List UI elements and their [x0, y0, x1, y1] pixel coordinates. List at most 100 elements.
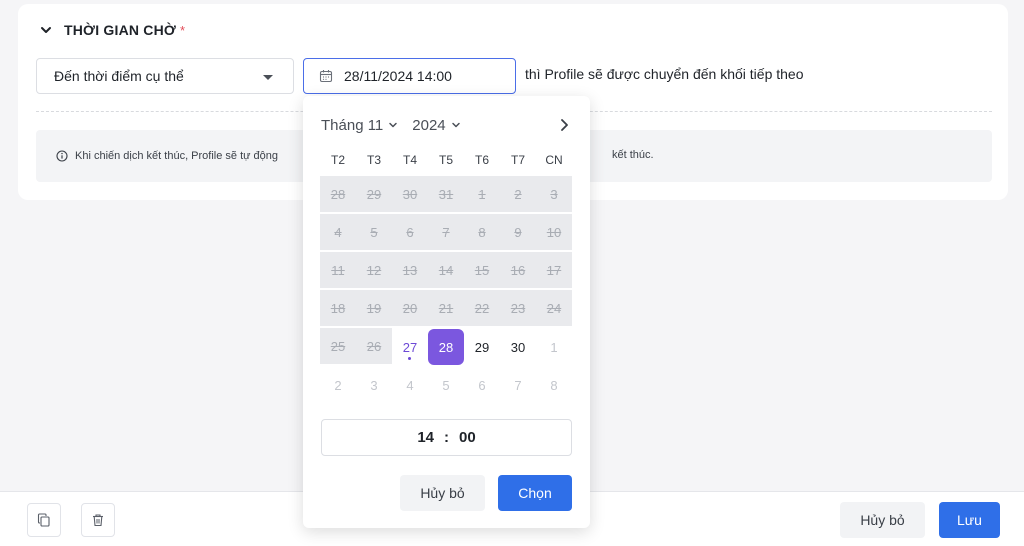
section-header[interactable]: THỜI GIAN CHỜ *	[40, 20, 185, 40]
weekday-label: T7	[510, 153, 525, 167]
day-number: 5	[442, 377, 450, 393]
day-cell: 8	[464, 214, 500, 252]
day-number: 27	[402, 339, 418, 355]
day-cell: 5	[356, 214, 392, 252]
year-label: 2024	[412, 116, 446, 134]
required-mark: *	[180, 22, 186, 38]
datetime-input[interactable]: 28/11/2024 14:00	[303, 58, 516, 94]
year-dropdown[interactable]: 2024	[412, 117, 460, 134]
day-number: 21	[438, 300, 454, 316]
day-cell: 28	[320, 176, 356, 214]
day-cell: 26	[356, 328, 392, 366]
weekday-label: CN	[545, 153, 563, 167]
day-cell: 18	[320, 290, 356, 328]
week-row: 25 26 27 28 29 30 1	[320, 328, 572, 366]
calendar-header: Tháng 11 2024	[321, 115, 572, 135]
day-cell: 20	[392, 290, 428, 328]
wait-type-select[interactable]: Đến thời điểm cụ thể	[36, 58, 294, 94]
day-cell[interactable]: 3	[356, 366, 392, 404]
week-row: 4 5 6 7 8 9 10	[320, 214, 572, 252]
day-number: 4	[334, 224, 342, 240]
day-number: 30	[510, 339, 526, 355]
day-number: 31	[438, 186, 454, 202]
day-number: 30	[402, 186, 418, 202]
day-cell-today[interactable]: 27	[392, 328, 428, 366]
footer-cancel-button[interactable]: Hủy bỏ	[840, 502, 925, 538]
day-cell[interactable]: 29	[464, 328, 500, 366]
week-row: 2 3 4 5 6 7 8	[320, 366, 572, 404]
day-number: 28	[330, 186, 346, 202]
section-title: THỜI GIAN CHỜ	[64, 22, 177, 38]
chevron-down-icon[interactable]	[40, 24, 52, 36]
choose-button[interactable]: Chọn	[498, 475, 572, 511]
day-cell: 1	[464, 176, 500, 214]
caret-down-icon	[263, 75, 273, 80]
day-cell[interactable]: 4	[392, 366, 428, 404]
weekday-header: T2 T3 T4 T5 T6 T7 CN	[320, 153, 572, 167]
day-cell: 6	[392, 214, 428, 252]
day-number: 7	[442, 224, 450, 240]
month-label: Tháng 11	[321, 116, 384, 134]
day-number: 26	[366, 338, 382, 354]
day-cell-selected[interactable]: 28	[428, 328, 464, 366]
day-cell: 15	[464, 252, 500, 290]
day-cell: 7	[428, 214, 464, 252]
day-number: 2	[334, 377, 342, 393]
day-cell: 17	[536, 252, 572, 290]
info-icon	[56, 150, 68, 162]
day-cell: 29	[356, 176, 392, 214]
day-cell: 19	[356, 290, 392, 328]
info-text-right: kết thúc.	[612, 149, 654, 161]
day-cell: 13	[392, 252, 428, 290]
weekday-label: T4	[402, 153, 417, 167]
month-dropdown[interactable]: Tháng 11	[321, 117, 398, 134]
inline-description: thì Profile sẽ được chuyển đến khối tiếp…	[525, 66, 804, 82]
hour-value[interactable]: 14	[417, 429, 434, 446]
weekday-label: T6	[474, 153, 489, 167]
weekday-label: T3	[366, 153, 381, 167]
day-cell: 10	[536, 214, 572, 252]
copy-button[interactable]	[27, 503, 61, 537]
minute-value[interactable]: 00	[459, 429, 476, 446]
weekday-label: T2	[330, 153, 345, 167]
date-picker-popup: Tháng 11 2024 T2 T3 T4 T5 T6 T7 CN 28 29 30 31 1 2 3…	[303, 96, 590, 528]
day-number: 3	[370, 377, 378, 393]
day-number: 7	[514, 377, 522, 393]
delete-button[interactable]	[81, 503, 115, 537]
day-number: 14	[438, 262, 454, 278]
day-number: 28	[428, 329, 464, 365]
day-number: 13	[402, 262, 418, 278]
day-cell: 11	[320, 252, 356, 290]
day-cell[interactable]: 1	[536, 328, 572, 366]
day-cell: 16	[500, 252, 536, 290]
time-separator: :	[444, 429, 449, 446]
weekday-label: T5	[438, 153, 453, 167]
day-number: 8	[478, 224, 486, 240]
day-cell[interactable]: 5	[428, 366, 464, 404]
day-number: 16	[510, 262, 526, 278]
day-number: 10	[546, 224, 562, 240]
time-input[interactable]: 14 : 00	[321, 419, 572, 456]
day-number: 25	[330, 338, 346, 354]
day-cell[interactable]: 7	[500, 366, 536, 404]
day-cell: 14	[428, 252, 464, 290]
day-number: 4	[406, 377, 414, 393]
day-cell: 4	[320, 214, 356, 252]
day-number: 20	[402, 300, 418, 316]
day-cell: 31	[428, 176, 464, 214]
day-cell[interactable]: 2	[320, 366, 356, 404]
day-number: 3	[550, 186, 558, 202]
day-number: 6	[478, 377, 486, 393]
day-cell[interactable]: 6	[464, 366, 500, 404]
day-number: 5	[370, 224, 378, 240]
day-cell: 23	[500, 290, 536, 328]
day-number: 17	[546, 262, 562, 278]
save-button[interactable]: Lưu	[939, 502, 1000, 538]
week-row: 18 19 20 21 22 23 24	[320, 290, 572, 328]
day-cell[interactable]: 8	[536, 366, 572, 404]
day-number: 8	[550, 377, 558, 393]
chevron-right-icon[interactable]	[556, 117, 572, 133]
day-cell[interactable]: 30	[500, 328, 536, 366]
popup-cancel-button[interactable]: Hủy bỏ	[400, 475, 485, 511]
day-number: 29	[366, 186, 382, 202]
